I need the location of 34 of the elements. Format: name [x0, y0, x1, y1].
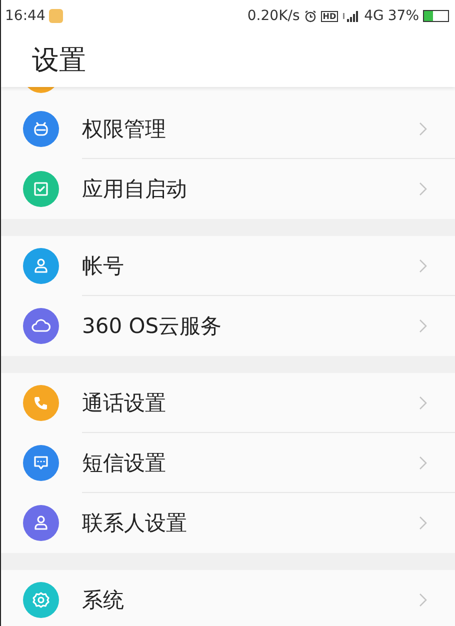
item-label: 权限管理	[82, 116, 166, 142]
signal-icon	[342, 10, 360, 22]
item-label: 短信设置	[82, 450, 166, 476]
chevron-icon	[419, 593, 427, 607]
settings-item[interactable]: 帐号	[1, 236, 455, 296]
settings-item[interactable]: 权限管理	[1, 99, 455, 159]
chevron-icon	[419, 516, 427, 530]
chevron-icon	[419, 396, 427, 410]
settings-item[interactable]: 360 OS云服务	[1, 296, 455, 356]
item-label: 通话设置	[82, 390, 166, 416]
settings-item[interactable]: 短信设置	[1, 433, 455, 493]
alarm-icon	[304, 10, 317, 22]
settings-item[interactable]: 通话设置	[1, 373, 455, 433]
settings-item[interactable]: 联系人设置	[1, 493, 455, 553]
item-label: 应用自启动	[82, 176, 187, 203]
item-label: 360 OS云服务	[82, 313, 222, 340]
status-time: 16:44	[5, 8, 46, 24]
chevron-icon	[419, 258, 427, 272]
network-type: 4G	[364, 8, 384, 24]
chevron-icon	[419, 456, 427, 470]
network-speed: 0.20K/s	[247, 8, 300, 24]
page-title: 设置	[32, 44, 86, 78]
settings-item[interactable]: 系统	[1, 570, 455, 626]
chevron-icon	[419, 182, 427, 196]
battery-percent: 37%	[388, 8, 419, 24]
battery-icon	[423, 10, 449, 22]
app-notification-icon	[49, 9, 64, 23]
item-label: 联系人设置	[82, 510, 187, 537]
hd-badge: HD	[320, 10, 338, 22]
chevron-icon	[419, 122, 427, 136]
item-label: 系统	[82, 587, 124, 614]
chevron-icon	[419, 319, 427, 333]
item-label: 帐号	[82, 252, 124, 280]
settings-item[interactable]: 应用自启动	[1, 159, 455, 219]
